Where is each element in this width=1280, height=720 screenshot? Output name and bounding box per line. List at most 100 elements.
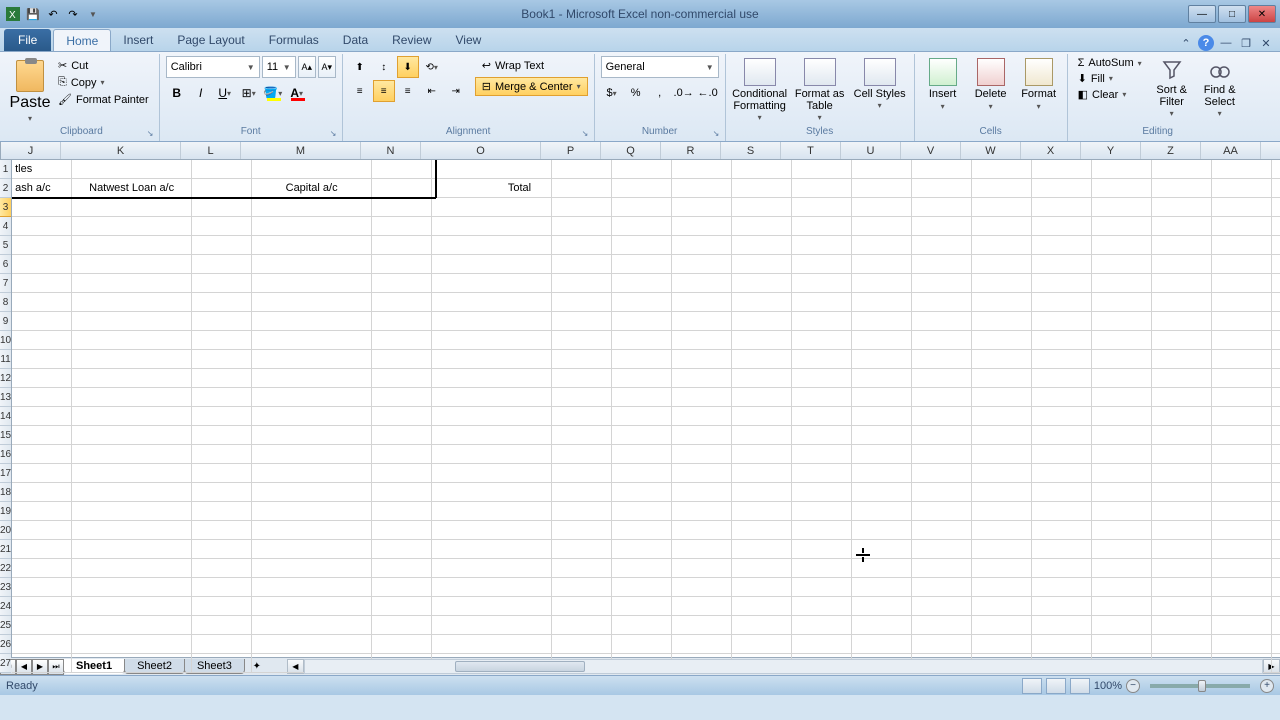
cell[interactable] xyxy=(1152,388,1212,407)
cell[interactable] xyxy=(672,597,732,616)
cell[interactable] xyxy=(552,312,612,331)
cell[interactable] xyxy=(1212,635,1272,654)
cell[interactable] xyxy=(1212,236,1272,255)
cell[interactable] xyxy=(552,198,612,217)
cell[interactable] xyxy=(612,331,672,350)
cell[interactable] xyxy=(372,578,432,597)
cell[interactable] xyxy=(732,331,792,350)
cell[interactable] xyxy=(1032,350,1092,369)
cell[interactable] xyxy=(1032,521,1092,540)
cell[interactable] xyxy=(432,274,552,293)
cell[interactable] xyxy=(912,331,972,350)
cell[interactable] xyxy=(672,521,732,540)
cell[interactable] xyxy=(12,502,72,521)
fill-color-button[interactable]: 🪣▾ xyxy=(262,82,284,104)
column-header[interactable]: V xyxy=(901,142,961,159)
cell[interactable] xyxy=(612,559,672,578)
cell[interactable] xyxy=(552,445,612,464)
cell[interactable] xyxy=(72,198,192,217)
cell[interactable] xyxy=(1152,369,1212,388)
cell[interactable] xyxy=(852,160,912,179)
cell[interactable] xyxy=(372,217,432,236)
cell[interactable] xyxy=(192,521,252,540)
cell[interactable] xyxy=(972,217,1032,236)
cell[interactable] xyxy=(732,635,792,654)
cell[interactable] xyxy=(612,369,672,388)
cell[interactable] xyxy=(672,464,732,483)
page-layout-view-button[interactable] xyxy=(1046,678,1066,694)
cell[interactable] xyxy=(672,198,732,217)
cell[interactable] xyxy=(72,331,192,350)
cell[interactable] xyxy=(612,160,672,179)
cell[interactable] xyxy=(252,540,372,559)
cell[interactable] xyxy=(552,255,612,274)
cell[interactable]: tles xyxy=(12,160,72,179)
row-header[interactable]: 17 xyxy=(0,464,11,483)
cell[interactable] xyxy=(1212,217,1272,236)
accounting-format-button[interactable]: $▾ xyxy=(601,82,623,104)
cell[interactable] xyxy=(252,521,372,540)
cell[interactable] xyxy=(1092,578,1152,597)
cell[interactable] xyxy=(792,217,852,236)
cell[interactable] xyxy=(252,198,372,217)
cell[interactable] xyxy=(1272,407,1280,426)
minimize-button[interactable]: — xyxy=(1188,5,1216,23)
tab-page-layout[interactable]: Page Layout xyxy=(165,29,256,51)
cell[interactable] xyxy=(912,616,972,635)
cell[interactable] xyxy=(12,616,72,635)
cell[interactable] xyxy=(1152,635,1212,654)
cell[interactable] xyxy=(732,502,792,521)
cell[interactable] xyxy=(552,616,612,635)
help-icon[interactable]: ? xyxy=(1198,35,1214,51)
cell[interactable] xyxy=(192,616,252,635)
autosum-button[interactable]: ΣAutoSum ▾ xyxy=(1074,56,1146,70)
cell[interactable] xyxy=(432,597,552,616)
decrease-font-button[interactable]: A▾ xyxy=(318,56,336,78)
cell[interactable] xyxy=(1032,198,1092,217)
row-header[interactable]: 16 xyxy=(0,445,11,464)
cell[interactable] xyxy=(72,502,192,521)
cell[interactable] xyxy=(252,369,372,388)
row-header[interactable]: 19 xyxy=(0,502,11,521)
cell[interactable] xyxy=(912,635,972,654)
cell[interactable] xyxy=(612,236,672,255)
cell[interactable] xyxy=(972,388,1032,407)
cell[interactable] xyxy=(192,369,252,388)
cell[interactable] xyxy=(1032,540,1092,559)
zoom-slider[interactable] xyxy=(1150,684,1250,688)
cell[interactable] xyxy=(792,160,852,179)
cell[interactable] xyxy=(912,407,972,426)
cell[interactable] xyxy=(912,198,972,217)
cell[interactable] xyxy=(1032,464,1092,483)
cell[interactable] xyxy=(792,274,852,293)
cell[interactable] xyxy=(12,388,72,407)
cell[interactable] xyxy=(1092,445,1152,464)
insert-cells-button[interactable]: Insert▾ xyxy=(921,56,965,126)
cell[interactable]: Capital a/c xyxy=(252,179,372,198)
cell[interactable] xyxy=(912,179,972,198)
cell[interactable] xyxy=(252,331,372,350)
cell[interactable] xyxy=(372,616,432,635)
cell[interactable] xyxy=(192,426,252,445)
hscroll-thumb[interactable] xyxy=(455,661,585,672)
cell[interactable] xyxy=(12,464,72,483)
cell[interactable] xyxy=(72,160,192,179)
cell[interactable] xyxy=(792,369,852,388)
cell[interactable] xyxy=(852,198,912,217)
cell[interactable] xyxy=(552,274,612,293)
row-header[interactable]: 9 xyxy=(0,312,11,331)
cell[interactable] xyxy=(972,578,1032,597)
cell[interactable] xyxy=(252,578,372,597)
cell[interactable] xyxy=(792,388,852,407)
italic-button[interactable]: I xyxy=(190,82,212,104)
cell[interactable] xyxy=(1272,217,1280,236)
cell[interactable] xyxy=(1152,483,1212,502)
row-header[interactable]: 21 xyxy=(0,540,11,559)
cell[interactable] xyxy=(852,635,912,654)
cell[interactable] xyxy=(1092,236,1152,255)
cell[interactable] xyxy=(1272,236,1280,255)
cell[interactable] xyxy=(372,635,432,654)
cell[interactable] xyxy=(732,597,792,616)
row-header[interactable]: 2 xyxy=(0,179,11,198)
cell[interactable] xyxy=(792,312,852,331)
